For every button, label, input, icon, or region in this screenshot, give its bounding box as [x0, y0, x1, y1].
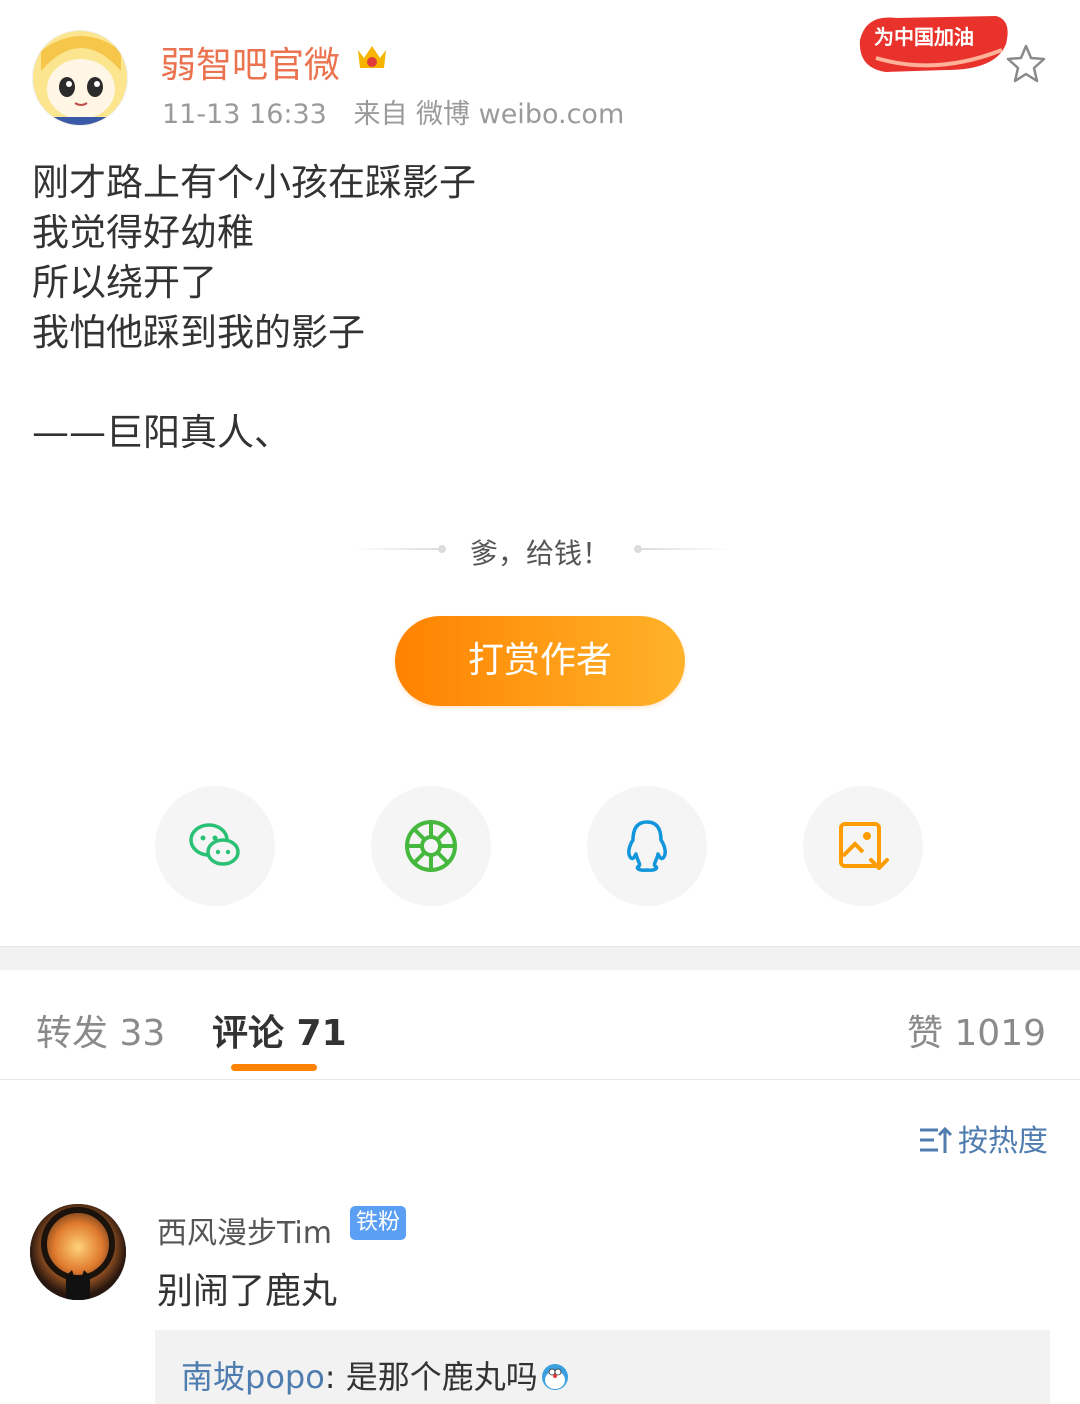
reply-text: 是那个鹿丸吗 [345, 1358, 538, 1396]
moments-icon [405, 820, 457, 872]
promo-text: 为中国加油 [874, 25, 974, 49]
post-body: 刚才路上有个小孩在踩影子 我觉得好幼稚 所以绕开了 我怕他踩到我的影子 ——巨阳… [32, 158, 476, 458]
author-avatar[interactable] [32, 30, 128, 126]
author-name[interactable]: 弱智吧官微 [160, 36, 340, 88]
sort-label: 按热度 [958, 1124, 1048, 1159]
post-header: 弱智吧官微 11-13 16:33 来自 微博 weibo.com 为中国加油 [0, 0, 1080, 140]
reply-separator: : [324, 1358, 346, 1396]
post-line: 我怕他踩到我的影子 [32, 311, 365, 354]
post-line: 我觉得好幼稚 [32, 211, 254, 254]
share-qq-button[interactable] [587, 786, 707, 906]
qq-icon [627, 820, 667, 872]
reward-slogan: 爹，给钱！ [469, 537, 610, 570]
reward-slogan-row: 爹，给钱！ [0, 528, 1080, 572]
tab-comments[interactable]: 评论 71 [212, 1004, 347, 1056]
share-moments-button[interactable] [371, 786, 491, 906]
tab-likes[interactable]: 赞 1019 [907, 1004, 1046, 1056]
favorite-star-icon[interactable] [1004, 42, 1048, 86]
tab-repost[interactable]: 转发 33 [36, 1004, 165, 1056]
post-meta: 11-13 16:33 来自 微博 weibo.com [162, 92, 642, 131]
post-line: 刚才路上有个小孩在踩影子 [32, 161, 476, 204]
post-line: 所以绕开了 [32, 261, 217, 304]
vip-crown-icon [354, 38, 390, 74]
post-timestamp: 11-13 16:33 [162, 99, 327, 130]
wechat-icon [189, 823, 240, 866]
sort-icon [920, 1126, 953, 1153]
sort-by-hot-button[interactable]: 按热度 [918, 1116, 1048, 1160]
save-image-button[interactable] [803, 786, 923, 906]
post-source: 来自 微博 weibo.com [353, 99, 625, 130]
commenter-avatar[interactable] [30, 1204, 126, 1300]
active-tab-indicator [231, 1064, 317, 1071]
interaction-tabs: 转发 33 评论 71 赞 1019 [0, 970, 1080, 1080]
reply-line: 南坡popo: 是那个鹿丸吗 [181, 1352, 570, 1398]
reward-author-button[interactable]: 打赏作者 [395, 616, 685, 706]
share-wechat-button[interactable] [155, 786, 275, 906]
comment-text: 别闹了鹿丸 [157, 1271, 338, 1312]
promo-badge[interactable]: 为中国加油 [856, 10, 1012, 76]
commenter-name[interactable]: 西风漫步Tim [157, 1208, 332, 1252]
doraemon-emoji-icon [541, 1364, 568, 1390]
fan-badge: 铁粉 [350, 1206, 407, 1240]
divider-line [640, 548, 730, 550]
save-image-icon [839, 822, 889, 870]
post-signature: ——巨阳真人、 [32, 411, 291, 454]
section-divider [0, 946, 1080, 970]
reply-preview[interactable]: 南坡popo: 是那个鹿丸吗 [155, 1330, 1050, 1404]
reply-username[interactable]: 南坡popo [181, 1358, 325, 1396]
